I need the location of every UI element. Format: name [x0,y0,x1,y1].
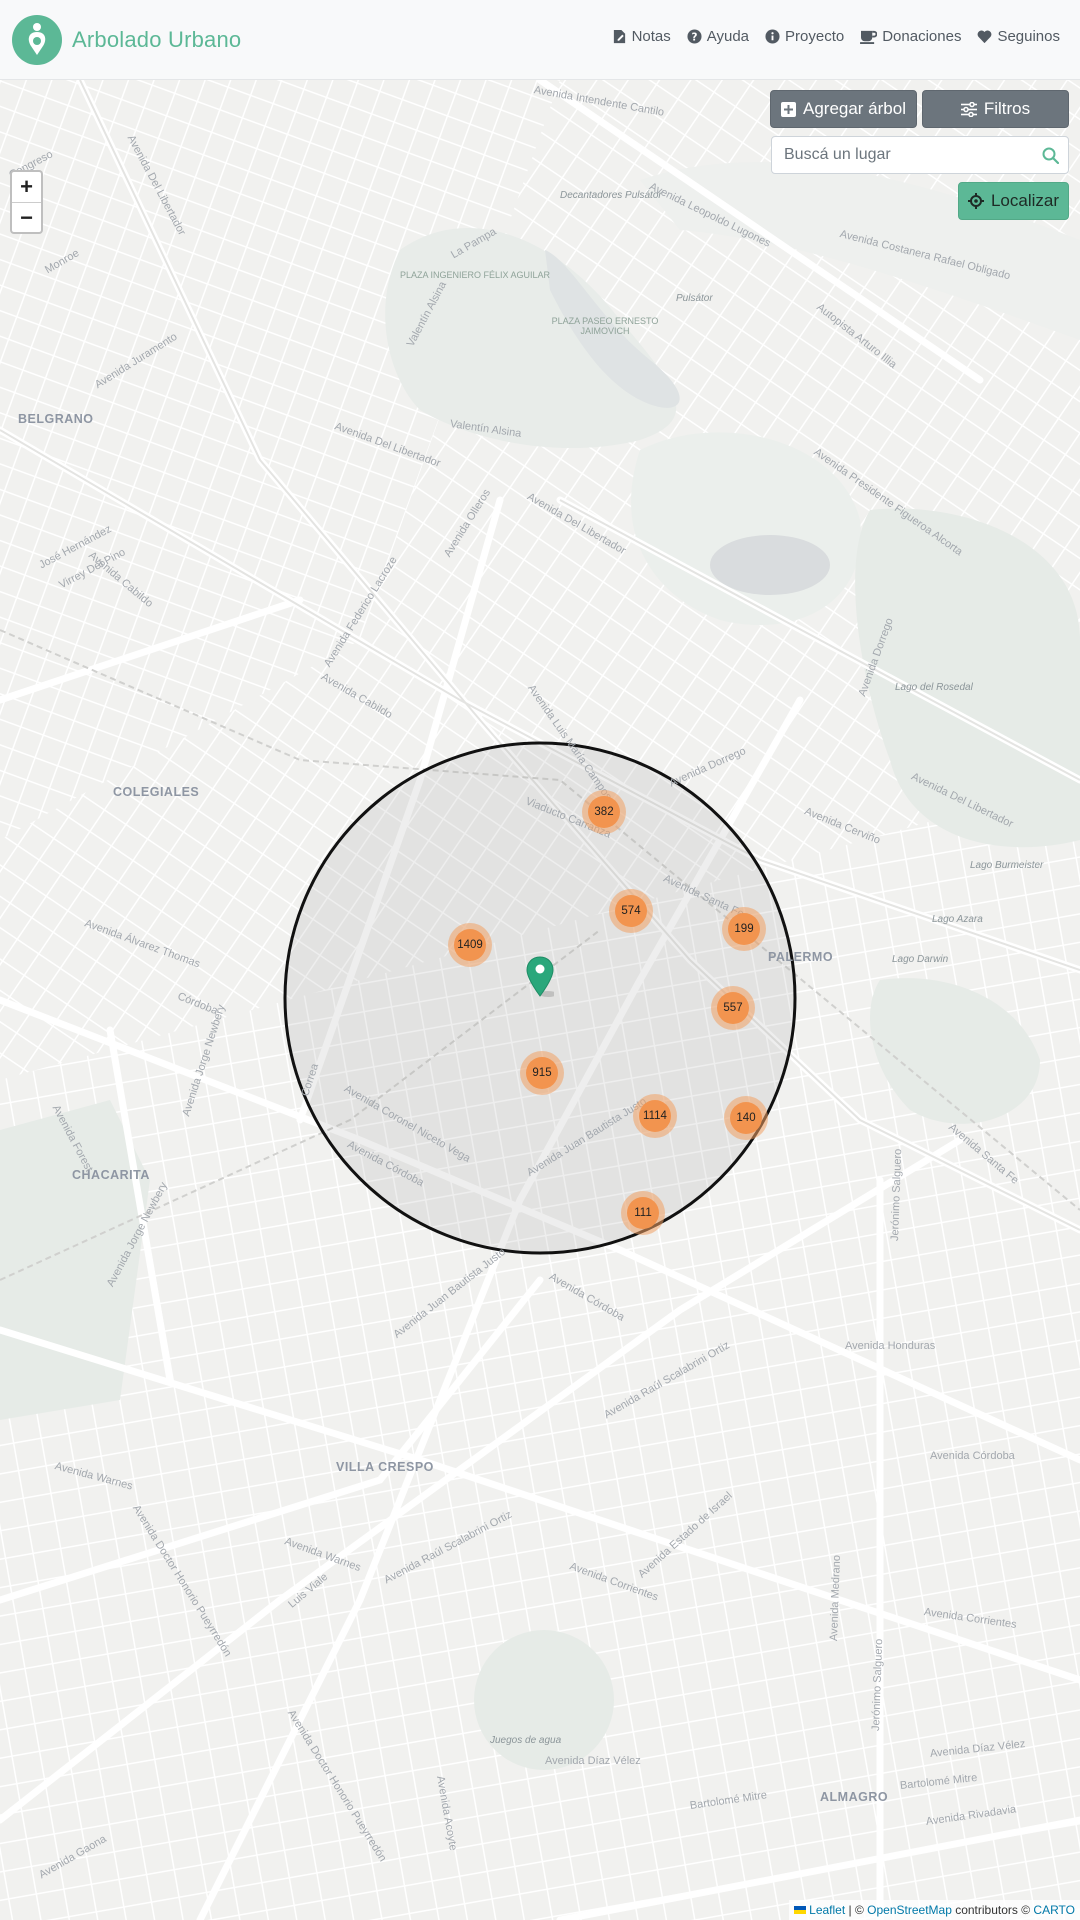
brand-name: Arbolado Urbano [72,27,242,52]
zoom-in-button[interactable]: + [12,172,41,202]
svg-text:?: ? [691,31,697,43]
cluster-count: 140 [730,1102,762,1134]
nav-notas[interactable]: Notas [612,28,671,45]
cluster-count: 382 [588,796,620,828]
place-search-input[interactable] [772,146,1032,164]
place-search [771,136,1069,174]
map-label-water: Lago Darwin [892,954,949,965]
nav-notas-label: Notas [631,28,671,45]
crosshairs-icon [967,193,984,209]
heart-icon [978,30,992,44]
tree-cluster[interactable]: 557 [711,986,755,1030]
cluster-count: 574 [615,895,647,927]
locate-label: Localizar [990,191,1060,210]
locate-button[interactable]: Localizar [958,182,1069,220]
nav-seguinos[interactable]: Seguinos [977,28,1060,45]
navbar: Arbolado Urbano Notas ? Ayuda Proyecto D… [0,0,1080,80]
zoom-control: + − [10,170,43,234]
cluster-count: 915 [526,1057,558,1089]
map-label-water: Juegos de agua [490,1735,562,1746]
leaflet-link[interactable]: Leaflet [809,1903,845,1917]
map-label-water: Lago del Rosedal [895,682,973,693]
map-label-almagro: ALMAGRO [820,1790,889,1804]
map-label-palermo: PALERMO [768,950,834,964]
nav-proyecto-label: Proyecto [785,28,845,45]
coffee-icon [860,30,878,44]
attribution-sep: | © [845,1903,868,1917]
nav-ayuda-label: Ayuda [706,28,750,45]
top-nav: Notas ? Ayuda Proyecto Donaciones Seguin… [612,28,1060,45]
ukraine-flag-icon [794,1906,807,1914]
map-attribution: Leaflet | © OpenStreetMap contributors ©… [789,1900,1080,1920]
file-pen-icon [613,29,625,44]
tree-cluster[interactable]: 1114 [633,1094,677,1138]
map-label-park: PLAZA INGENIERO FÉLIX AGUILAR [400,270,551,280]
filters-button[interactable]: Filtros [922,90,1069,128]
search-icon[interactable] [1032,147,1068,164]
nav-donaciones-label: Donaciones [882,28,962,45]
location-pin-icon[interactable] [526,956,554,998]
carto-link[interactable]: CARTO [1033,1903,1075,1917]
tree-cluster[interactable]: 1409 [448,923,492,967]
osm-link[interactable]: OpenStreetMap [867,1903,952,1917]
map-label-water: Pulsátor [676,293,713,304]
nav-donaciones[interactable]: Donaciones [860,28,961,45]
cluster-count: 199 [728,913,760,945]
map-label-street: Avenida Díaz Vélez [545,1755,641,1767]
zoom-out-button[interactable]: − [12,202,41,232]
add-tree-button[interactable]: Agregar árbol [770,90,917,128]
cluster-count: 1409 [454,929,486,961]
map-label-belgrano: BELGRANO [18,412,94,426]
map-label-street: Avenida Córdoba [930,1450,1015,1462]
cluster-count: 1114 [639,1100,671,1132]
tree-cluster[interactable]: 574 [609,889,653,933]
nav-ayuda[interactable]: ? Ayuda [687,28,749,45]
question-circle-icon: ? [687,29,702,44]
info-circle-icon [765,29,780,44]
cluster-count: 557 [717,992,749,1024]
filters-label: Filtros [983,99,1031,118]
map-label-water: Lago Azara [932,914,983,925]
tree-cluster[interactable]: 382 [582,790,626,834]
tree-cluster[interactable]: 199 [722,907,766,951]
tree-logo-icon [12,15,62,65]
nav-proyecto[interactable]: Proyecto [765,28,844,45]
tree-cluster[interactable]: 111 [621,1191,665,1235]
map-label-street: Avenida Honduras [845,1340,936,1352]
map-label-park: PLAZA PASEO ERNESTO JAIMOVICH [551,316,659,336]
brand[interactable]: Arbolado Urbano [12,15,241,65]
cluster-count: 111 [627,1197,659,1229]
add-tree-label: Agregar árbol [802,99,906,118]
nav-seguinos-label: Seguinos [997,28,1060,45]
plus-square-icon [780,101,796,117]
map-label-water: Decantadores Pulsátor [560,190,662,201]
map-label-colegiales: COLEGIALES [113,785,200,799]
map[interactable]: BELGRANO COLEGIALES PALERMO CHACARITA VI… [0,80,1080,1920]
map-label-water: Lago Burmeister [970,860,1044,871]
sliders-icon [960,101,977,117]
map-tiles [0,80,1080,1920]
attribution-contributors: contributors © [951,1903,1034,1917]
tree-cluster[interactable]: 915 [520,1051,564,1095]
tree-cluster[interactable]: 140 [724,1096,768,1140]
map-label-villa-crespo: VILLA CRESPO [336,1460,434,1474]
